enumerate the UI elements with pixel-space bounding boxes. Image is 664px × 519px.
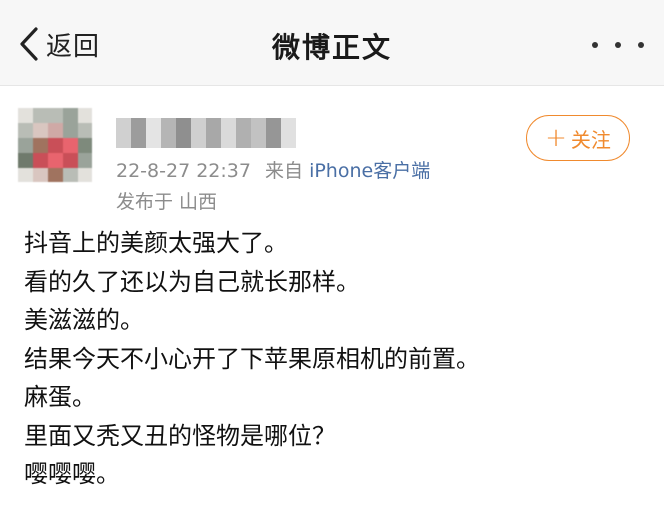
post-content: 抖音上的美颜太强大了。 看的久了还以为自己就长那样。 美滋滋的。 结果今天不小心… [24, 224, 644, 494]
content-line: 看的久了还以为自己就长那样。 [24, 267, 360, 296]
back-button[interactable]: 返回 [18, 24, 100, 64]
follow-label: 关注 [570, 127, 611, 152]
content-line: 嘤嘤嘤。 [24, 460, 120, 488]
content-line: 麻蛋。 [24, 383, 96, 411]
post-timestamp: 22-8-27 22:37 [116, 160, 251, 182]
avatar[interactable] [18, 108, 92, 182]
post-source[interactable]: iPhone客户端 [309, 160, 430, 182]
more-button[interactable] [592, 30, 644, 60]
content-line: 里面又秃又丑的怪物是哪位？ [24, 421, 336, 450]
more-dots-icon [592, 42, 598, 48]
plus-icon: + [545, 123, 567, 153]
content-line: 美滋滋的。 [24, 306, 144, 334]
post-meta: 22-8-27 22:37 来自 iPhone客户端 [116, 156, 430, 183]
top-bar: 返回 微博正文 [0, 0, 664, 86]
content-line: 结果今天不小心开了下苹果原相机的前置。 [24, 344, 480, 373]
chevron-left-icon [20, 27, 38, 61]
username-blurred[interactable] [116, 118, 296, 148]
source-prefix: 来自 [265, 160, 304, 182]
content-line: 抖音上的美颜太强大了。 [24, 229, 288, 257]
post-location: 发布于 山西 [116, 191, 218, 213]
back-label: 返回 [46, 31, 101, 62]
follow-button[interactable]: + 关注 [526, 115, 630, 161]
